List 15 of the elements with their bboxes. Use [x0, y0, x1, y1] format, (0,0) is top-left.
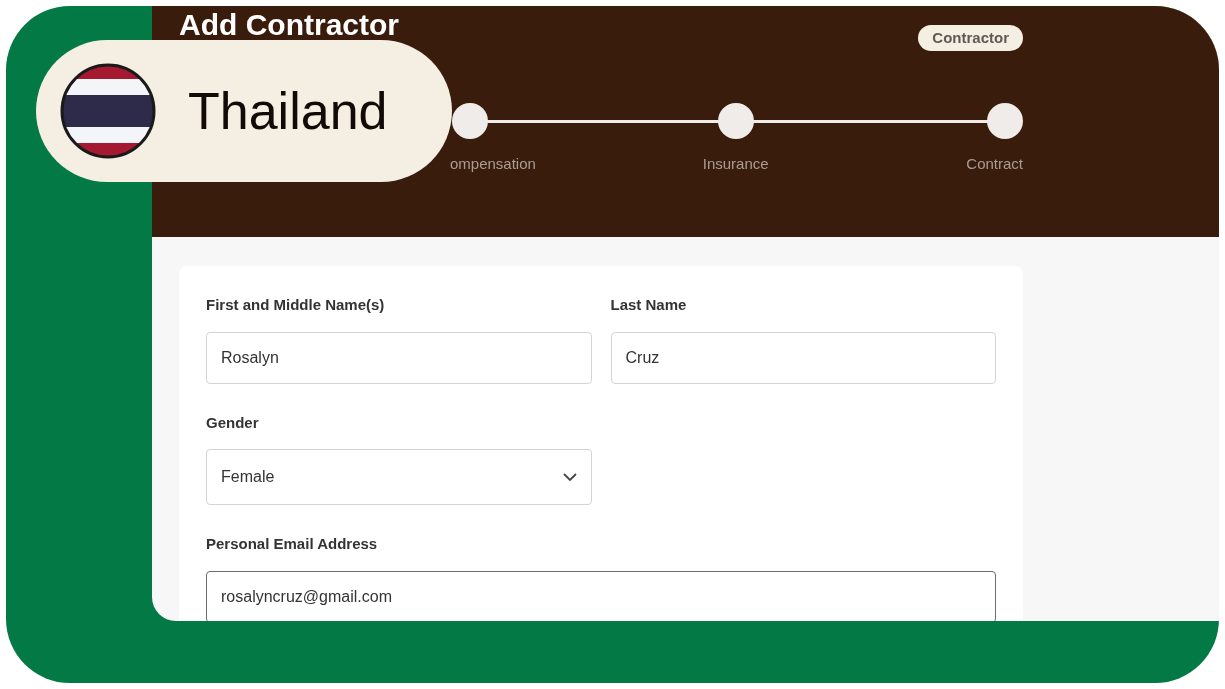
field-label: Personal Email Address: [206, 534, 379, 554]
input-field[interactable]: rosalyncruz@gmail.com: [206, 570, 996, 621]
step-label: ompensation: [450, 154, 536, 174]
step-label: Contract: [966, 154, 1023, 174]
chevron-down-icon: [562, 472, 577, 482]
gender-select[interactable]: Female: [206, 449, 592, 505]
input-field[interactable]: Cruz: [610, 331, 996, 384]
page-title: Add Contractor: [179, 10, 399, 40]
field-label: Last Name: [610, 295, 688, 315]
contractor-tag: Contractor: [918, 25, 1023, 51]
field-label: First and Middle Name(s): [206, 295, 386, 315]
step-label: Insurance: [702, 154, 769, 174]
input-field[interactable]: Rosalyn: [206, 331, 592, 384]
field-label: Gender: [206, 412, 260, 433]
country-pill: Thailand: [36, 40, 452, 182]
